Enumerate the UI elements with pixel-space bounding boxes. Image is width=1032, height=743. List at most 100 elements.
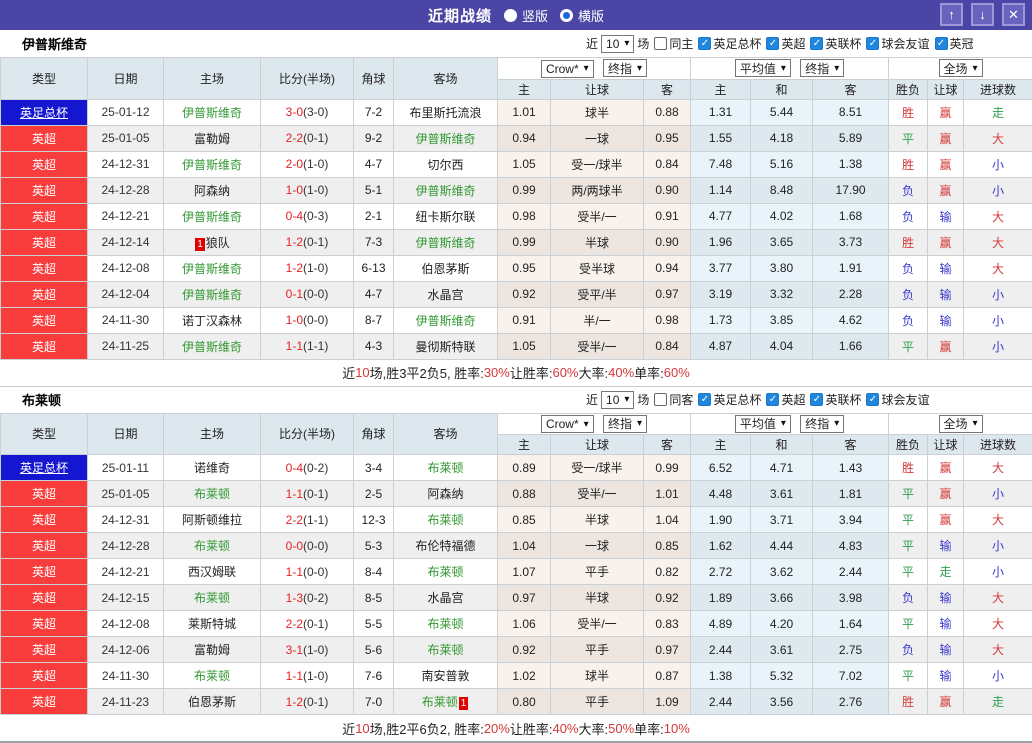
move-up-button[interactable]: ↑ [940,3,963,26]
result-goals: 小 [964,533,1032,559]
fulltime-score: 1-3 [286,591,303,605]
avg-draw-odds: 4.20 [751,611,813,637]
average-time-select[interactable]: 终指▾ [800,415,844,433]
summary-part: 10 [355,365,369,380]
away-team: 布莱顿1 [394,689,498,715]
filter-bar: 布莱顿 近10▾场同客✓英足总杯✓英超✓英联杯✓球会友谊 [0,386,1032,413]
league-checkbox[interactable]: ✓英冠 [935,35,974,52]
league-cell: 英超 [1,151,88,177]
fulltime-score: 1-2 [286,235,303,249]
corner-count: 12-3 [354,507,394,533]
away-odds: 0.97 [644,637,691,663]
odds-source-select[interactable]: Crow*▾ [541,60,594,78]
league-badge[interactable]: 英超 [1,663,87,688]
league-badge[interactable]: 英超 [1,559,87,584]
league-badge[interactable]: 英超 [1,308,87,333]
chevron-down-icon: ▾ [781,63,786,74]
home-team-name: 诺维奇 [194,461,230,475]
summary-part: 30% [484,365,510,380]
sub-avg-home: 主 [691,79,751,99]
home-team: 诺丁汉森林 [164,307,261,333]
move-down-button[interactable]: ↓ [971,3,994,26]
avg-draw-odds: 8.48 [751,177,813,203]
avg-away-odds: 5.89 [813,125,889,151]
chevron-down-icon: ▾ [637,418,642,429]
away-team: 布伦特福德 [394,533,498,559]
layout-radio-horizontal[interactable]: 横版 [560,6,604,25]
league-badge[interactable]: 英超 [1,533,87,558]
league-checkbox[interactable]: ✓英超 [766,35,805,52]
same-venue-checkbox[interactable]: 同客 [654,391,693,408]
match-count-select[interactable]: 10▾ [601,391,634,409]
league-badge[interactable]: 英超 [1,256,87,281]
league-badge[interactable]: 英超 [1,126,87,151]
avg-home-odds: 1.31 [691,99,751,125]
match-date: 24-12-08 [88,255,164,281]
match-score: 0-4(0-2) [261,455,354,481]
games-label: 场 [637,35,649,52]
home-team: 伊普斯维奇 [164,203,261,229]
league-badge[interactable]: 英超 [1,230,87,255]
league-checkbox[interactable]: ✓英联杯 [810,391,861,408]
average-select[interactable]: 平均值▾ [735,415,791,433]
league-badge[interactable]: 英超 [1,334,87,359]
avg-away-odds: 1.91 [813,255,889,281]
average-time-select[interactable]: 终指▾ [800,59,844,77]
league-checkbox[interactable]: ✓球会友谊 [866,391,929,408]
matches-table: 类型 日期 主场 比分(半场) 角球 客场 Crow*▾ 终指▾ 平均值▾ 终指… [0,413,1032,716]
league-badge[interactable]: 英超 [1,611,87,636]
fulltime-score: 2-2 [286,617,303,631]
home-team-name: 布莱顿 [194,591,230,605]
league-cell: 英超 [1,533,88,559]
home-team: 富勒姆 [164,125,261,151]
league-badge[interactable]: 英超 [1,481,87,506]
radio-selected-icon [560,9,573,22]
league-badge[interactable]: 英足总杯 [1,100,87,125]
odds-time-select[interactable]: 终指▾ [603,59,647,77]
league-badge[interactable]: 英超 [1,689,87,714]
league-checkbox[interactable]: ✓英超 [766,391,805,408]
summary-part: 单率: [634,363,664,382]
odds-time-select[interactable]: 终指▾ [603,415,647,433]
league-badge[interactable]: 英足总杯 [1,455,87,480]
checkbox-icon [654,37,667,50]
league-badge[interactable]: 英超 [1,637,87,662]
league-badge[interactable]: 英超 [1,585,87,610]
sub-result: 胜负 [889,79,928,99]
avg-draw-odds: 4.02 [751,203,813,229]
league-badge[interactable]: 英超 [1,282,87,307]
league-checkbox[interactable]: ✓英足总杯 [698,391,761,408]
home-team: 布莱顿 [164,481,261,507]
summary-part: 近 [342,363,355,382]
league-badge[interactable]: 英超 [1,507,87,532]
odds-source-select[interactable]: Crow*▾ [541,415,594,433]
halftime-score: (0-0) [303,539,328,553]
period-select[interactable]: 全场▾ [939,59,983,77]
result-wdl: 平 [889,611,928,637]
handicap-line: 球半 [551,663,644,689]
match-date: 25-01-12 [88,99,164,125]
result-goals: 小 [964,177,1032,203]
match-score: 0-0(0-0) [261,533,354,559]
period-select[interactable]: 全场▾ [939,415,983,433]
match-count-select[interactable]: 10▾ [601,35,634,53]
match-score: 2-2(0-1) [261,125,354,151]
away-team-name: 曼彻斯特联 [415,340,475,354]
near-label: 近 [586,391,598,408]
panel-title: 近期战绩 [428,5,492,26]
league-badge[interactable]: 英超 [1,204,87,229]
home-team: 伊普斯维奇 [164,333,261,359]
layout-radio-vertical[interactable]: 竖版 [504,6,548,25]
fulltime-score: 0-4 [286,209,303,223]
league-checkbox[interactable]: ✓球会友谊 [866,35,929,52]
halftime-score: (0-2) [303,591,328,605]
same-venue-checkbox[interactable]: 同主 [654,35,693,52]
col-home: 主场 [164,58,261,100]
halftime-score: (1-1) [303,339,328,353]
close-button[interactable]: ✕ [1002,3,1025,26]
league-badge[interactable]: 英超 [1,178,87,203]
league-badge[interactable]: 英超 [1,152,87,177]
league-checkbox[interactable]: ✓英联杯 [810,35,861,52]
league-checkbox[interactable]: ✓英足总杯 [698,35,761,52]
average-select[interactable]: 平均值▾ [735,59,791,77]
